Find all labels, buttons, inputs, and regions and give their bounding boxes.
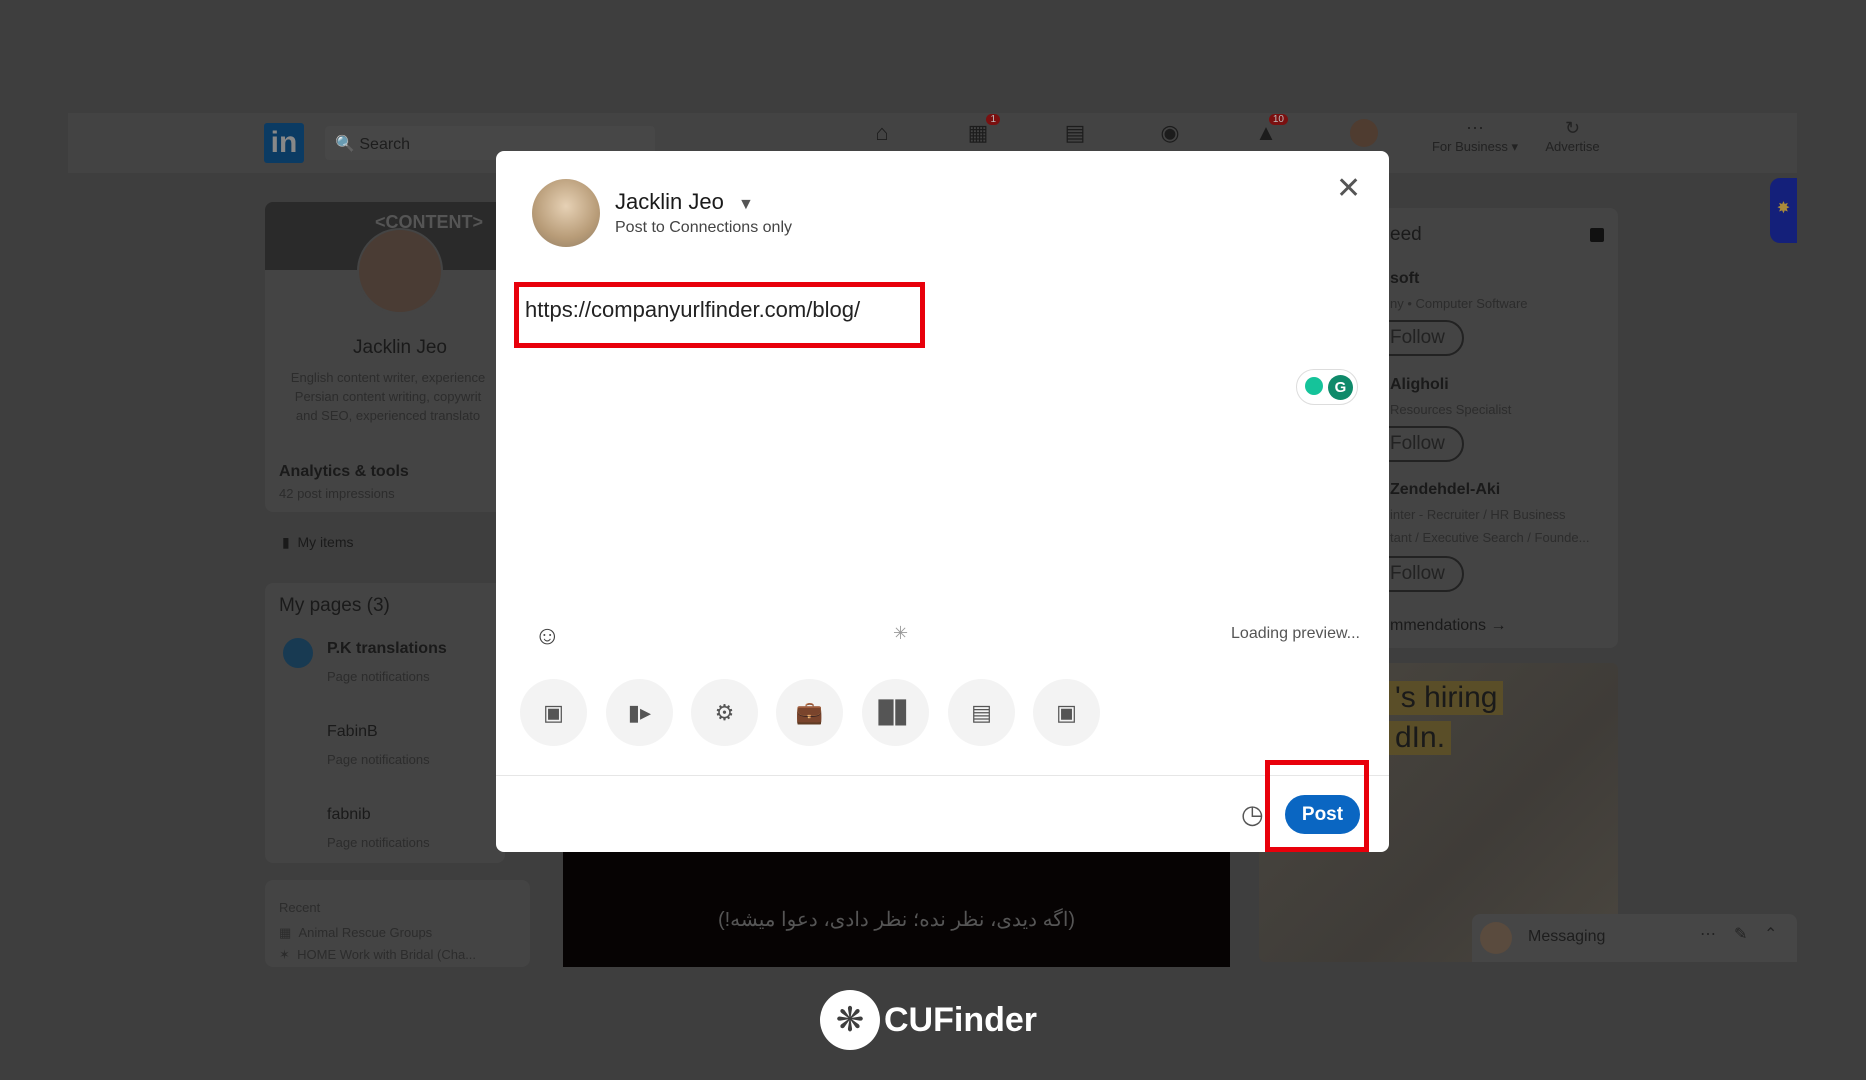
- image-icon: ▣: [543, 699, 564, 725]
- video-caption: (اگه دیدی، نظر نده؛ نظر دادی، دعوا میشه!…: [717, 909, 1076, 931]
- author-name: Jacklin Jeo: [615, 189, 724, 214]
- schedule-clock-icon[interactable]: ◷: [1241, 799, 1264, 830]
- suggestion-sub: inter - Recruiter / HR Business: [1390, 507, 1566, 522]
- profile-avatar[interactable]: [357, 228, 443, 314]
- author-avatar: [532, 179, 600, 247]
- page-item[interactable]: P.K translations: [327, 640, 447, 658]
- footer-divider: [496, 775, 1389, 776]
- nav-avatar[interactable]: [1350, 119, 1378, 147]
- suggestion-name[interactable]: Aligholi: [1390, 376, 1449, 394]
- search-icon: 🔍: [335, 136, 355, 153]
- dandelion-logo-icon: ❋: [820, 990, 880, 1050]
- suggestion-name[interactable]: Zendehdel-Aki: [1390, 481, 1500, 499]
- page-notifications[interactable]: Page notifications: [327, 669, 430, 684]
- my-items-label: My items: [297, 534, 354, 550]
- advertise-label: Advertise: [1545, 139, 1600, 154]
- post-button[interactable]: Post: [1285, 795, 1360, 834]
- create-post-dialog: Jacklin Jeo ▼ Post to Connections only ✕…: [496, 151, 1389, 852]
- view-recommendations-link[interactable]: mmendations →: [1390, 617, 1507, 635]
- headline-line: English content writer, experience: [290, 370, 486, 385]
- caret-down-icon: ▼: [737, 196, 754, 213]
- analytics-title[interactable]: Analytics & tools: [279, 463, 409, 481]
- feed-card-title: eed: [1390, 224, 1422, 245]
- extension-tab[interactable]: ✸: [1770, 178, 1797, 243]
- post-text-editor[interactable]: https://companyurlfinder.com/blog/: [525, 297, 860, 323]
- hiring-icon: ▣: [1056, 699, 1077, 725]
- create-poll-button[interactable]: ▉▋: [862, 679, 929, 746]
- page-notifications[interactable]: Page notifications: [327, 752, 430, 767]
- home-icon[interactable]: ⌂: [868, 120, 896, 146]
- notifications-icon[interactable]: ▲ 10: [1252, 114, 1288, 146]
- watermark-text: CUFinder: [884, 1000, 1037, 1039]
- messaging-bar[interactable]: Messaging ⋯ ✎ ⌃: [1472, 914, 1797, 962]
- emoji-icon[interactable]: ☺: [534, 620, 561, 651]
- my-pages-title: My pages (3): [279, 595, 390, 616]
- recent-title: Recent: [279, 900, 321, 915]
- messaging-icon[interactable]: ◉: [1156, 120, 1184, 146]
- grid-icon: ⋯: [1466, 118, 1484, 138]
- video-icon: ▮▸: [627, 699, 652, 725]
- bookmark-icon: ▮: [282, 534, 290, 550]
- close-icon[interactable]: ✕: [1336, 171, 1361, 206]
- recent-card: Recent ▦ Animal Rescue Groups ✶ HOME Wor…: [265, 880, 530, 967]
- advertise-icon: ↻: [1564, 118, 1581, 138]
- suggestion-sub: Resources Specialist: [1390, 402, 1512, 417]
- celebrate-icon: ⚙: [714, 699, 735, 725]
- advertise-link[interactable]: ↻ Advertise: [1535, 118, 1610, 154]
- loading-spinner-icon: ✳: [893, 623, 909, 643]
- hiring-button[interactable]: ▣: [1033, 679, 1100, 746]
- page-notifications[interactable]: Page notifications: [327, 835, 430, 850]
- my-network-icon[interactable]: ▦ 1: [964, 114, 1000, 146]
- for-business-label: For Business: [1431, 139, 1508, 154]
- jobs-icon[interactable]: ▤: [1061, 120, 1089, 146]
- grammarly-widget[interactable]: G: [1296, 369, 1358, 405]
- recent-item[interactable]: ✶ HOME Work with Bridal (Cha...: [265, 941, 530, 963]
- feed-video[interactable]: (اگه دیدی، نظر نده؛ نظر دادی، دعوا میشه!…: [563, 852, 1230, 967]
- grammarly-icon: G: [1328, 375, 1353, 400]
- suggestion-sub: ny • Computer Software: [1390, 296, 1528, 311]
- for-business-menu[interactable]: ⋯ For Business ▾: [1425, 118, 1525, 155]
- search-placeholder: Search: [359, 136, 411, 153]
- cufinder-watermark: ❋ CUFinder: [820, 990, 1037, 1050]
- suggestion-name[interactable]: soft: [1390, 270, 1419, 288]
- add-video-button[interactable]: ▮▸: [606, 679, 673, 746]
- document-icon: ▤: [971, 699, 992, 725]
- profile-headline: English content writer, experience Persi…: [278, 368, 498, 425]
- page-item[interactable]: FabinB: [327, 723, 378, 741]
- chevron-up-icon[interactable]: ⌃: [1764, 924, 1777, 944]
- more-icon[interactable]: ⋯: [1700, 924, 1716, 944]
- analytics-sub: 42 post impressions: [279, 486, 395, 501]
- network-badge: 1: [986, 114, 1000, 125]
- job-icon: 💼: [795, 699, 824, 725]
- notifications-badge: 10: [1268, 114, 1288, 125]
- my-pages-card: [265, 583, 505, 863]
- info-icon[interactable]: [1590, 228, 1604, 242]
- compose-icon[interactable]: ✎: [1734, 924, 1747, 944]
- loading-preview-text: Loading preview...: [1231, 625, 1360, 642]
- messaging-label: Messaging: [1528, 928, 1606, 945]
- celebrate-button[interactable]: ⚙: [691, 679, 758, 746]
- author-selector[interactable]: Jacklin Jeo ▼: [615, 189, 754, 215]
- page-avatar: [283, 638, 313, 668]
- visibility-label[interactable]: Post to Connections only: [615, 219, 792, 237]
- messaging-avatar: [1480, 922, 1512, 954]
- poll-icon: ▉▋: [878, 699, 913, 725]
- headline-line: Persian content writing, copywrit: [294, 389, 482, 404]
- recent-item-label: HOME Work with Bridal (Cha...: [297, 947, 477, 962]
- add-document-button[interactable]: ▤: [948, 679, 1015, 746]
- my-items-link[interactable]: ▮ My items: [282, 534, 354, 551]
- headline-line: and SEO, experienced translato: [295, 408, 481, 423]
- share-job-button[interactable]: 💼: [776, 679, 843, 746]
- ad-text: 's hiring: [1389, 681, 1504, 715]
- add-image-button[interactable]: ▣: [520, 679, 587, 746]
- lightbulb-icon: [1305, 377, 1323, 395]
- suggestion-sub: tant / Executive Search / Founde...: [1390, 530, 1590, 545]
- linkedin-logo[interactable]: in: [264, 123, 304, 163]
- ad-text: dIn.: [1389, 721, 1452, 755]
- profile-name[interactable]: Jacklin Jeo: [265, 337, 535, 359]
- recent-item[interactable]: ▦ Animal Rescue Groups: [265, 915, 530, 941]
- recent-item-label: Animal Rescue Groups: [298, 925, 433, 940]
- page-item[interactable]: fabnib: [327, 806, 371, 824]
